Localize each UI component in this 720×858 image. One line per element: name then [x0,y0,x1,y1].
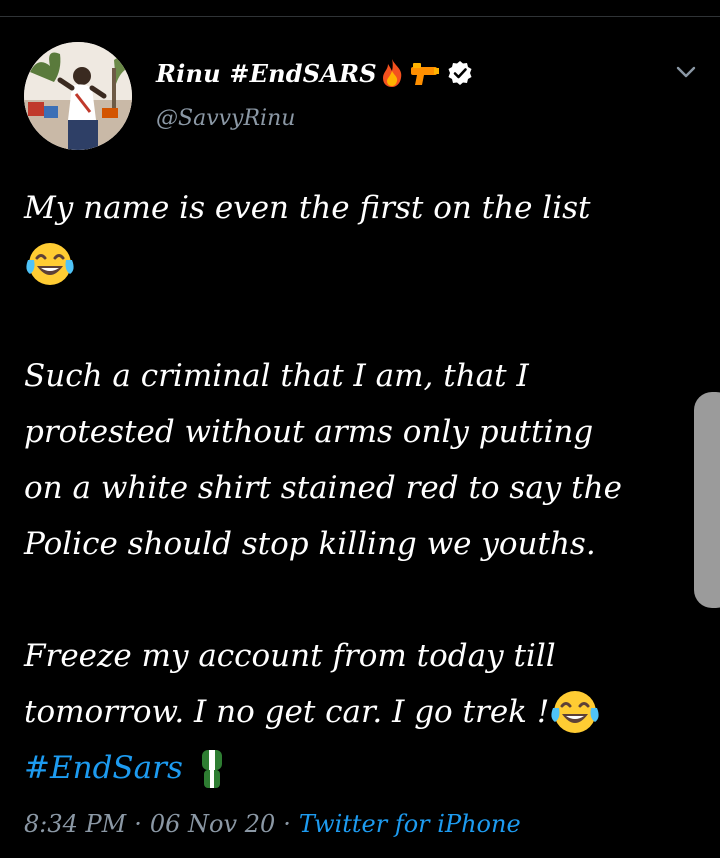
meta-separator: · [283,810,291,838]
tweet-hashtag-line: #EndSars [24,740,696,796]
author-handle[interactable]: @SavvyRinu [156,106,295,131]
tweet-line-emoji [24,236,696,292]
caret-down-icon[interactable] [674,62,698,82]
scroll-handle[interactable] [694,392,720,608]
author-name-row[interactable]: Rinu #EndSARS [156,56,473,90]
avatar[interactable] [24,42,132,150]
tweet-line: on a white shirt stained red to say the [24,470,622,506]
tweet-line: Such a criminal that I am, that I [24,358,529,394]
tweet-line-text: tomorrow. I no get car. I go trek ! [24,694,550,730]
tweet-time[interactable]: 8:34 PM [24,810,126,838]
water-gun-emoji [407,58,441,88]
tweet-line: Freeze my account from today till [24,638,556,674]
tweet-source-link[interactable]: Twitter for iPhone [299,810,521,838]
tweet-gap [24,292,696,348]
meta-separator: · [134,810,142,838]
tweet-line: Police should stop killing we youths. [24,526,596,562]
tweet-date[interactable]: 06 Nov 20 [150,810,275,838]
fire-emoji [379,58,405,88]
author-display-name[interactable]: Rinu #EndSARS [156,59,377,88]
raised-fist-flag-emoji [195,746,229,790]
tweet-line-with-emoji: tomorrow. I no get car. I go trek ! [24,684,696,740]
tweet-line: My name is even the first on the list [24,190,591,226]
tears-of-joy-emoji [24,240,76,288]
tweet-text: My name is even the first on the list Su… [24,180,696,796]
tweet-meta: 8:34 PM · 06 Nov 20 · Twitter for iPhone [24,806,521,842]
tweet-gap [24,572,696,628]
hashtag-link[interactable]: #EndSars [24,740,183,796]
tears-of-joy-emoji [549,688,601,736]
verified-badge-icon [447,60,473,86]
tweet-line: protested without arms only putting [24,414,594,450]
top-divider [0,16,720,17]
